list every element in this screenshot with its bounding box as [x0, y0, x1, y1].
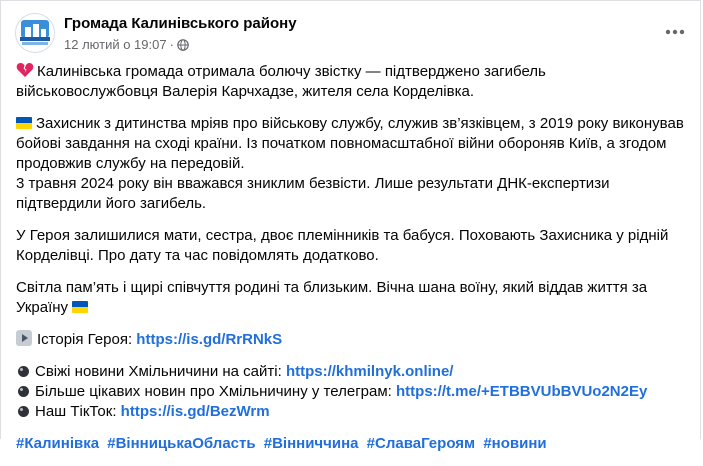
- paragraph-family: У Героя залишилися мати, сестра, двоє пл…: [16, 227, 669, 264]
- link-row-label: Наш ТікТок:: [35, 403, 117, 420]
- post-header: Громада Калинівського району 12 лютий о …: [15, 11, 690, 55]
- post-timestamp[interactable]: 12 лютий о 19:07: [64, 37, 167, 52]
- more-horizontal-icon[interactable]: [660, 17, 690, 47]
- hashtag-link[interactable]: #ВінницькаОбласть: [107, 435, 255, 452]
- link-row-label: Більше цікавих новин про Хмільничину у т…: [35, 383, 392, 400]
- hashtags-line: #Калинівка #ВінницькаОбласть #Вінниччина…: [16, 434, 686, 454]
- post-card: Громада Калинівського району 12 лютий о …: [0, 0, 701, 452]
- post-meta: 12 лютий о 19:07 ·: [64, 37, 189, 54]
- biography-line-2: 3 травня 2024 року він вважався зниклим …: [16, 175, 610, 212]
- black-circle-bullet-icon: [18, 406, 29, 417]
- black-circle-bullet-icon: [18, 386, 29, 397]
- hashtag-link[interactable]: #СлаваГероям: [367, 435, 475, 452]
- story-label: Історія Героя:: [37, 331, 133, 348]
- link-row-label: Свіжі новини Хмільничини на сайті:: [35, 363, 282, 380]
- broken-heart-icon: [16, 62, 34, 78]
- link-row: Свіжі новини Хмільничини на сайті: https…: [16, 362, 686, 382]
- links-block: Свіжі новини Хмільничини на сайті: https…: [16, 362, 686, 422]
- tiktok-link[interactable]: https://is.gd/BezWrm: [121, 403, 270, 420]
- ukraine-flag-icon: [72, 301, 89, 313]
- link-row: Наш ТікТок: https://is.gd/BezWrm: [16, 402, 686, 422]
- story-link[interactable]: https://is.gd/RrRNkS: [136, 331, 282, 348]
- page-name-link[interactable]: Громада Калинівського району: [64, 15, 297, 32]
- hashtag-link[interactable]: #новини: [483, 435, 546, 452]
- page-avatar[interactable]: [15, 13, 55, 53]
- paragraph-announcement-text: Калинівська громада отримала болючу звіс…: [16, 63, 546, 100]
- black-circle-bullet-icon: [18, 366, 29, 377]
- paragraph-biography: Захисник з дитинства мріяв про військову…: [16, 114, 686, 214]
- paragraph-announcement: Калинівська громада отримала болючу звіс…: [16, 62, 686, 102]
- play-button-icon: [16, 330, 32, 346]
- link-row: Більше цікавих новин про Хмільничину у т…: [16, 382, 686, 402]
- condolences-text: Світла пам’ять і щирі співчуття родині т…: [16, 279, 648, 316]
- paragraph-condolences: Світла пам’ять і щирі співчуття родині т…: [16, 278, 686, 318]
- website-link[interactable]: https://khmilnyk.online/: [286, 363, 454, 380]
- biography-line-1: Захисник з дитинства мріяв про військову…: [16, 115, 684, 172]
- story-line: Історія Героя: https://is.gd/RrRNkS: [16, 330, 686, 350]
- ukraine-flag-icon: [16, 117, 32, 129]
- post-body: Калинівська громада отримала болючу звіс…: [16, 62, 686, 466]
- hashtag-link[interactable]: #Калинівка: [16, 435, 99, 452]
- hashtag-link[interactable]: #Вінниччина: [264, 435, 359, 452]
- globe-icon[interactable]: [177, 39, 189, 54]
- telegram-link[interactable]: https://t.me/+ETBBVUbBVUo2N2Ey: [396, 383, 647, 400]
- meta-separator: ·: [169, 37, 174, 52]
